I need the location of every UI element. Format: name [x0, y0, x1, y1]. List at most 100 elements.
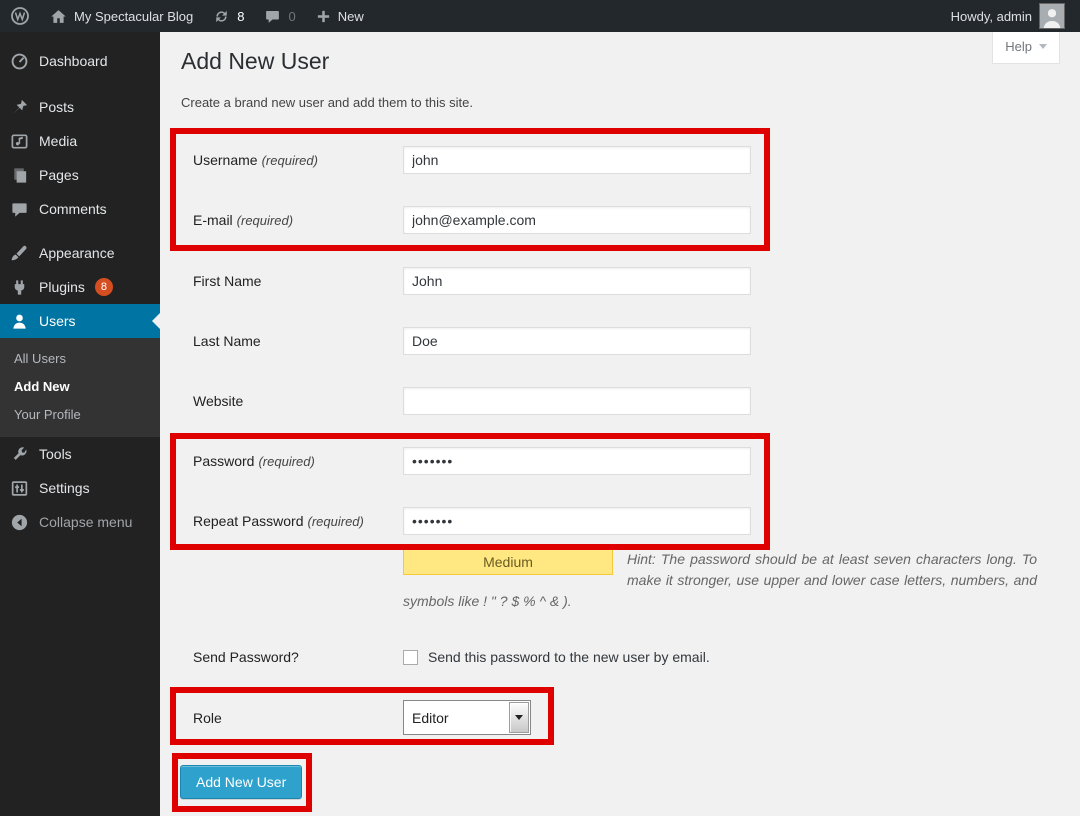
dashboard-gauge-icon: [9, 52, 29, 71]
sidebar-item-label: Settings: [39, 480, 90, 496]
user-icon: [9, 312, 29, 331]
collapse-menu-button[interactable]: Collapse menu: [0, 505, 160, 539]
help-tab[interactable]: Help: [992, 32, 1060, 64]
username-input[interactable]: [403, 146, 751, 174]
comment-count: 0: [288, 9, 295, 24]
sidebar-item-comments[interactable]: Comments: [0, 192, 160, 226]
last-name-label: Last Name: [193, 327, 261, 355]
first-name-label: First Name: [193, 267, 261, 295]
updates-link[interactable]: 8: [203, 0, 254, 32]
send-password-checkbox[interactable]: [403, 650, 418, 665]
users-submenu: All Users Add New Your Profile: [0, 338, 160, 437]
avatar: [1039, 3, 1065, 29]
sidebar-item-plugins[interactable]: Plugins 8: [0, 270, 160, 304]
select-arrow-button[interactable]: [509, 702, 529, 733]
form-row-password: Password(required): [193, 447, 1053, 475]
required-note: (required): [308, 514, 364, 529]
required-note: (required): [262, 153, 318, 168]
sidebar-item-label: Plugins: [39, 279, 85, 295]
sidebar-item-label: Dashboard: [39, 53, 108, 69]
password-label: Password(required): [193, 447, 315, 476]
update-icon: [213, 8, 230, 25]
role-select[interactable]: Editor: [403, 700, 531, 735]
submenu-item-add-new[interactable]: Add New: [0, 373, 160, 401]
form-row-last-name: Last Name: [193, 327, 1053, 355]
chevron-down-icon: [1039, 44, 1047, 49]
add-new-user-button[interactable]: Add New User: [180, 765, 302, 799]
sidebar-item-label: Tools: [39, 446, 72, 462]
sidebar-item-label: Comments: [39, 201, 107, 217]
media-note-icon: [9, 132, 29, 151]
required-note: (required): [258, 454, 314, 469]
sidebar-item-appearance[interactable]: Appearance: [0, 236, 160, 270]
plug-icon: [9, 278, 29, 297]
submenu-item-all-users[interactable]: All Users: [0, 345, 160, 373]
page-subtitle: Create a brand new user and add them to …: [181, 95, 473, 110]
password-strength-meter: Medium: [403, 549, 613, 575]
page-title: Add New User: [181, 47, 329, 76]
sidebar-item-media[interactable]: Media: [0, 124, 160, 158]
plus-icon: [316, 9, 331, 24]
website-input[interactable]: [403, 387, 751, 415]
comments-link[interactable]: 0: [254, 0, 305, 32]
sidebar-item-tools[interactable]: Tools: [0, 437, 160, 471]
sidebar-item-label: Pages: [39, 167, 79, 183]
sidebar-item-settings[interactable]: Settings: [0, 471, 160, 505]
form-row-username: Username(required): [193, 146, 1053, 174]
chevron-down-icon: [515, 715, 523, 720]
new-label: New: [338, 9, 364, 24]
new-content-link[interactable]: New: [306, 0, 374, 32]
pushpin-icon: [9, 98, 29, 117]
plugins-update-badge: 8: [95, 278, 113, 296]
collapse-menu-label: Collapse menu: [39, 514, 132, 530]
sidebar-item-label: Posts: [39, 99, 74, 115]
submenu-item-your-profile[interactable]: Your Profile: [0, 401, 160, 429]
sidebar-item-pages[interactable]: Pages: [0, 158, 160, 192]
site-link[interactable]: My Spectacular Blog: [40, 0, 203, 32]
menu-separator: [0, 226, 160, 236]
role-label: Role: [193, 700, 222, 736]
add-new-user-page: Help Add New User Create a brand new use…: [160, 32, 1080, 816]
update-count: 8: [237, 9, 244, 24]
collapse-arrow-icon: [9, 513, 29, 532]
menu-separator: [0, 78, 160, 90]
required-note: (required): [237, 213, 293, 228]
password-input[interactable]: [403, 447, 751, 475]
home-icon: [50, 8, 67, 25]
sidebar-item-label: Media: [39, 133, 77, 149]
sidebar-item-label: Users: [39, 313, 76, 329]
send-password-checkbox-label: Send this password to the new user by em…: [428, 649, 710, 665]
form-row-send-password: Send Password? Send this password to the…: [193, 643, 1053, 671]
first-name-input[interactable]: [403, 267, 751, 295]
form-row-role: Role Editor: [193, 700, 1053, 736]
wrench-icon: [9, 445, 29, 464]
comment-bubble-icon: [264, 8, 281, 25]
repeat-password-input[interactable]: [403, 507, 751, 535]
send-password-label: Send Password?: [193, 643, 299, 671]
form-row-repeat-password: Repeat Password(required): [193, 507, 1053, 535]
last-name-input[interactable]: [403, 327, 751, 355]
help-label: Help: [1005, 39, 1032, 54]
sidebar-item-users[interactable]: Users: [0, 304, 160, 338]
sidebar-item-label: Appearance: [39, 245, 115, 261]
email-label: E-mail(required): [193, 206, 293, 235]
comment-bubble-icon: [9, 200, 29, 219]
paintbrush-icon: [9, 244, 29, 263]
account-menu[interactable]: Howdy, admin: [941, 0, 1075, 32]
website-label: Website: [193, 387, 243, 415]
wordpress-logo-icon: [10, 6, 30, 26]
admin-sidebar: Dashboard Posts Media Pages Comments: [0, 32, 160, 816]
topbar-right: Howdy, admin: [941, 0, 1080, 32]
form-row-email: E-mail(required): [193, 206, 1053, 234]
sidebar-item-dashboard[interactable]: Dashboard: [0, 44, 160, 78]
form-row-website: Website: [193, 387, 1053, 415]
pages-icon: [9, 166, 29, 185]
repeat-password-label: Repeat Password(required): [193, 507, 364, 536]
settings-sliders-icon: [9, 479, 29, 498]
wordpress-logo-menu[interactable]: [0, 0, 40, 32]
admin-topbar: My Spectacular Blog 8 0 New Howdy, admin: [0, 0, 1080, 32]
email-input[interactable]: [403, 206, 751, 234]
role-select-value: Editor: [404, 710, 508, 726]
password-strength-area: Medium Hint: The password should be at l…: [403, 549, 1037, 612]
sidebar-item-posts[interactable]: Posts: [0, 90, 160, 124]
